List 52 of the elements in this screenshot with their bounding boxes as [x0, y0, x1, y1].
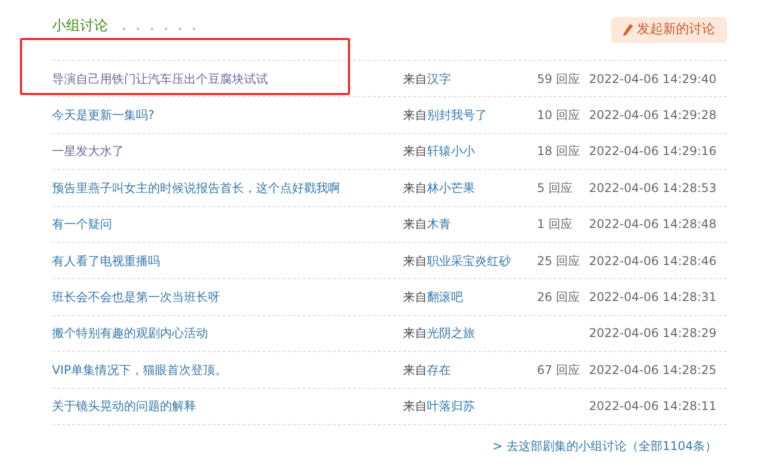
group-link[interactable]: 叶落归苏 [427, 397, 475, 416]
topic-link[interactable]: 今天是更新一集吗? [52, 106, 403, 124]
topic-link[interactable]: 预告里燕子叫女主的时候说报告首长，这个点好戳我啊 [52, 178, 403, 197]
group-link[interactable]: 轩辕小小 [427, 142, 475, 160]
post-time: 2022-04-06 14:28:11 [589, 398, 716, 416]
reply-count: 18 回应 [537, 144, 580, 158]
post-time: 2022-04-06 14:28:48 [589, 216, 716, 234]
post-time: 2022-04-06 14:28:46 [589, 252, 716, 270]
from-label: 来自 [403, 398, 427, 416]
post-time: 2022-04-06 14:29:16 [589, 143, 716, 160]
from-label: 来自 [403, 180, 427, 197]
post-time: 2022-04-06 14:28:53 [589, 180, 716, 197]
post-time: 2022-04-06 14:28:31 [589, 289, 716, 306]
reply-count: 67 回应 [537, 362, 580, 377]
group-link[interactable]: 光阴之旅 [427, 324, 475, 342]
topic-link[interactable]: 一星发大水了 [52, 142, 403, 160]
group-link[interactable]: 翻滚吧 [427, 288, 463, 306]
group-link[interactable]: 林小芒果 [427, 178, 475, 197]
post-time: 2022-04-06 14:28:25 [589, 362, 716, 379]
group-link[interactable]: 职业采宝炎红砂 [427, 252, 511, 270]
reply-count: 26 回应 [537, 290, 580, 304]
topic-link[interactable]: 班长会不会也是第一次当班长呀 [52, 288, 403, 306]
from-label: 来自 [403, 107, 427, 124]
topic-link[interactable]: 关于镜头晃动的问题的解释 [52, 397, 403, 416]
group-link[interactable]: 别封我号了 [427, 106, 487, 124]
from-label: 来自 [403, 325, 427, 342]
topic-link[interactable]: VIP单集情况下，猫眼首次登顶。 [52, 360, 403, 379]
from-label: 来自 [403, 143, 427, 160]
all-discussions-link[interactable]: > 去这部剧集的小组讨论（全部1104条） [492, 436, 717, 455]
from-label: 来自 [403, 216, 427, 234]
topic-link[interactable]: 导演自己用铁门让汽车压出个豆腐块试试 [52, 70, 403, 88]
group-link[interactable]: 存在 [427, 360, 451, 379]
group-link[interactable]: 汉字 [427, 70, 451, 88]
from-label: 来自 [403, 252, 427, 270]
section-title: 小组讨论 [52, 19, 108, 33]
reply-count: 5 回应 [537, 180, 572, 195]
from-label: 来自 [403, 289, 427, 306]
group-link[interactable]: 木青 [427, 215, 451, 234]
pencil-icon [623, 24, 633, 36]
reply-count: 10 回应 [537, 108, 580, 122]
new-discussion-button[interactable]: 发起新的讨论 [611, 17, 727, 43]
reply-count: 25 回应 [537, 254, 580, 268]
reply-count: 1 回应 [537, 217, 572, 232]
topic-link[interactable]: 搬个特别有趣的观剧内心活动 [52, 324, 403, 342]
reply-count: 59 回应 [537, 72, 580, 86]
post-time: 2022-04-06 14:29:28 [589, 107, 716, 124]
from-label: 来自 [403, 70, 427, 88]
topic-link[interactable]: 有人看了电视重播吗 [52, 252, 403, 270]
post-time: 2022-04-06 14:28:29 [589, 325, 716, 342]
from-label: 来自 [403, 362, 427, 379]
post-time: 2022-04-06 14:29:40 [589, 70, 716, 88]
topic-link[interactable]: 有一个疑问 [52, 215, 403, 234]
